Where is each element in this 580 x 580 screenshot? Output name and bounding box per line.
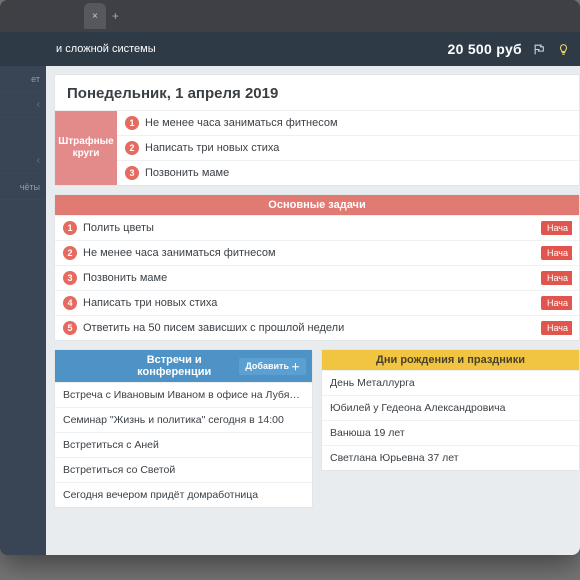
meeting-row[interactable]: Встретиться с Аней [55,432,312,457]
meeting-row[interactable]: Встретиться со Светой [55,457,312,482]
birthday-row[interactable]: День Металлурга [322,370,579,395]
task-row[interactable]: 2 Не менее часа заниматься фитнесомНача [55,240,579,265]
birthdays-header: Дни рождения и праздники [322,350,579,370]
task-row[interactable]: 3 Позвонить мамеНача [55,265,579,290]
birthdays-card: Дни рождения и праздники День Металлурга… [321,349,580,471]
page-title: Понедельник, 1 апреля 2019 [55,75,579,110]
start-button[interactable]: Нача [541,321,572,335]
task-row[interactable]: 4 Написать три новых стихаНача [55,290,579,315]
meetings-title: Встречи и конференции [61,354,239,378]
meeting-row[interactable]: Сегодня вечером придёт домработница [55,482,312,507]
close-icon[interactable]: × [92,11,98,22]
item-number: 1 [63,221,77,235]
item-number: 2 [125,141,139,155]
meetings-header: Встречи и конференции Добавить＋ [55,350,312,382]
sidebar-item-label: чёты [20,182,40,192]
item-text: Полить цветы [83,222,541,234]
item-number: 4 [63,296,77,310]
birthday-row[interactable]: Юбилей у Гедеона Александровича [322,395,579,420]
new-tab-button[interactable]: + [112,9,119,23]
balance-amount: 20 500 руб [447,41,522,57]
item-number: 2 [63,246,77,260]
main-tasks-header: Основные задачи [55,195,579,215]
item-number: 5 [63,321,77,335]
sidebar-item[interactable]: чёты [0,174,46,200]
browser-tab[interactable]: × [84,3,106,29]
penalty-list: 1 Не менее часа заниматься фитнесом 2 Напи… [117,111,579,185]
sidebar-item[interactable]: ‹ [0,92,46,118]
sidebar: ет ‹ ‹ чёты [0,32,46,555]
item-number: 3 [125,166,139,180]
main-tasks-card: Основные задачи 1Полить цветыНача 2Не ме… [54,194,580,341]
app-window: × + ет ‹ ‹ чёты и сложной системы [0,0,580,555]
add-meeting-button[interactable]: Добавить＋ [239,358,306,375]
birthday-row[interactable]: Светлана Юрьевна 37 лет [322,445,579,470]
item-text: Позвонить маме [145,167,229,179]
day-card: Понедельник, 1 апреля 2019 Штрафные круг… [54,74,580,186]
chevron-right-icon: ‹ [37,99,40,110]
start-button[interactable]: Нача [541,221,572,235]
browser-tabstrip: × + [0,0,580,32]
item-text: Не менее часа заниматься фитнесом [145,117,338,129]
penalty-block: Штрафные круги 1 Не менее часа заниматься… [55,110,579,185]
lightbulb-icon[interactable] [556,42,570,56]
penalty-item[interactable]: 2 Написать три новых стиха [117,136,579,161]
start-button[interactable]: Нача [541,271,572,285]
breadcrumb: и сложной системы [56,43,437,55]
item-text: Написать три новых стиха [83,297,541,309]
item-text: Написать три новых стиха [145,142,279,154]
chevron-right-icon: ‹ [37,155,40,166]
item-number: 3 [63,271,77,285]
start-button[interactable]: Нача [541,296,572,310]
item-text: Позвонить маме [83,272,541,284]
content-area: Понедельник, 1 апреля 2019 Штрафные круг… [46,66,580,555]
item-number: 1 [125,116,139,130]
task-row[interactable]: 5 Ответить на 50 писем зависших с прошлой… [55,315,579,340]
sidebar-item-label: ет [31,74,40,84]
add-label: Добавить [245,361,289,371]
item-text: Не менее часа заниматься фитнесом [83,247,541,259]
meetings-card: Встречи и конференции Добавить＋ Встреча … [54,349,313,508]
task-row[interactable]: 1 Полить цветыНача [55,215,579,240]
topbar: и сложной системы 20 500 руб [46,32,580,66]
plus-icon: ＋ [291,360,300,373]
sidebar-item[interactable]: ет [0,66,46,92]
penalty-item[interactable]: 3 Позвонить маме [117,161,579,185]
flag-icon[interactable] [532,42,546,56]
birthday-row[interactable]: Ванюша 19 лет [322,420,579,445]
penalty-badge: Штрафные круги [55,111,117,185]
meeting-row[interactable]: Встреча с Ивановым Иваном в офисе на Луб… [55,382,312,407]
penalty-item[interactable]: 1 Не менее часа заниматься фитнесом [117,111,579,136]
sidebar-header [0,32,46,66]
start-button[interactable]: Нача [541,246,572,260]
sidebar-item[interactable]: ‹ [0,148,46,174]
meeting-row[interactable]: Семинар "Жизнь и политика" сегодня в 14:… [55,407,312,432]
item-text: Ответить на 50 писем зависших с прошлой … [83,322,541,334]
